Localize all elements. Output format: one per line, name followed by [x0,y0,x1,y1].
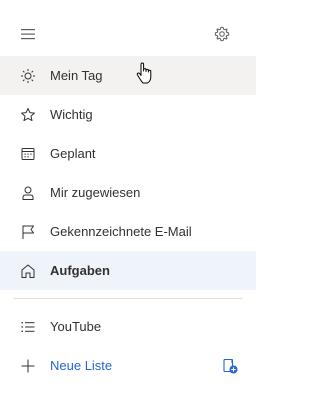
nav-item-label: Mein Tag [50,68,103,83]
calendar-icon [20,146,36,162]
sidebar-header [0,0,256,56]
nav-item-mir-zugewiesen[interactable]: Mir zugewiesen [0,173,256,212]
sidebar: Mein Tag Wichtig Geplant Mir zugewiesen … [0,0,256,406]
new-list-button[interactable]: Neue Liste [0,346,256,385]
nav-item-label: Mir zugewiesen [50,185,141,200]
add-group-icon [223,358,238,373]
nav-item-geplant[interactable]: Geplant [0,134,256,173]
new-list-label: Neue Liste [50,358,113,373]
sun-icon [20,68,36,84]
nav-item-label: Geplant [50,146,96,161]
hamburger-menu-button[interactable] [14,20,42,48]
star-icon [20,107,36,123]
flag-icon [20,224,36,240]
nav-item-label: Aufgaben [50,263,110,278]
nav-item-label: Gekennzeichnete E-Mail [50,224,192,239]
home-icon [20,263,36,279]
list-item-youtube[interactable]: YouTube [0,307,256,346]
plus-icon [20,358,36,374]
nav-item-mein-tag[interactable]: Mein Tag [0,56,256,95]
sidebar-divider [14,298,242,299]
list-icon [20,319,36,335]
add-group-button[interactable] [220,356,240,376]
gear-icon [214,26,230,42]
list-item-label: YouTube [50,319,102,334]
nav-item-label: Wichtig [50,107,93,122]
settings-button[interactable] [208,20,236,48]
nav-item-wichtig[interactable]: Wichtig [0,95,256,134]
person-icon [20,185,36,201]
nav-item-aufgaben[interactable]: Aufgaben [0,251,256,290]
hamburger-icon [21,29,35,40]
nav-item-gekennzeichnete-email[interactable]: Gekennzeichnete E-Mail [0,212,256,251]
